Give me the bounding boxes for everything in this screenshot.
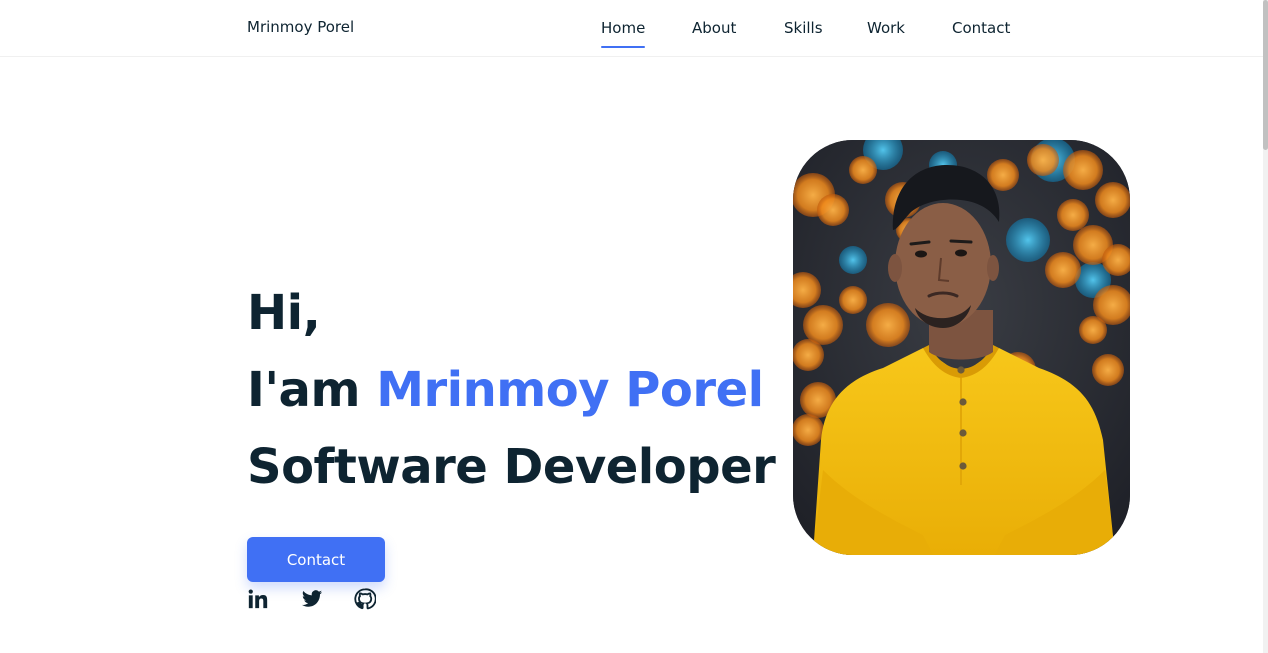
twitter-icon[interactable] — [301, 588, 323, 610]
hero-intro-prefix: I'am — [247, 362, 360, 418]
nav-home[interactable]: Home — [601, 18, 646, 48]
nav-about[interactable]: About — [692, 18, 736, 38]
nav-work[interactable]: Work — [867, 18, 905, 38]
main-nav: Home About Skills Work Contact — [0, 18, 1263, 50]
hero-intro-line: I'am Mrinmoy Porel — [247, 352, 775, 429]
hero-role: Software Developer — [247, 439, 776, 495]
site-header: Mrinmoy Porel Home About Skills Work Con… — [0, 0, 1263, 57]
hero-greeting: Hi, — [247, 285, 321, 341]
linkedin-icon[interactable] — [247, 588, 269, 610]
scrollbar-thumb[interactable] — [1263, 0, 1268, 150]
nav-contact[interactable]: Contact — [952, 18, 1010, 38]
profile-photo — [793, 140, 1130, 555]
hero-name: Mrinmoy Porel — [376, 362, 764, 418]
hero-title: Hi, I'am Mrinmoy Porel Software Develope… — [247, 275, 776, 506]
github-icon[interactable] — [354, 588, 376, 610]
nav-skills[interactable]: Skills — [784, 18, 823, 38]
contact-button[interactable]: Contact — [247, 537, 385, 582]
page-scrollbar[interactable] — [1263, 0, 1268, 653]
